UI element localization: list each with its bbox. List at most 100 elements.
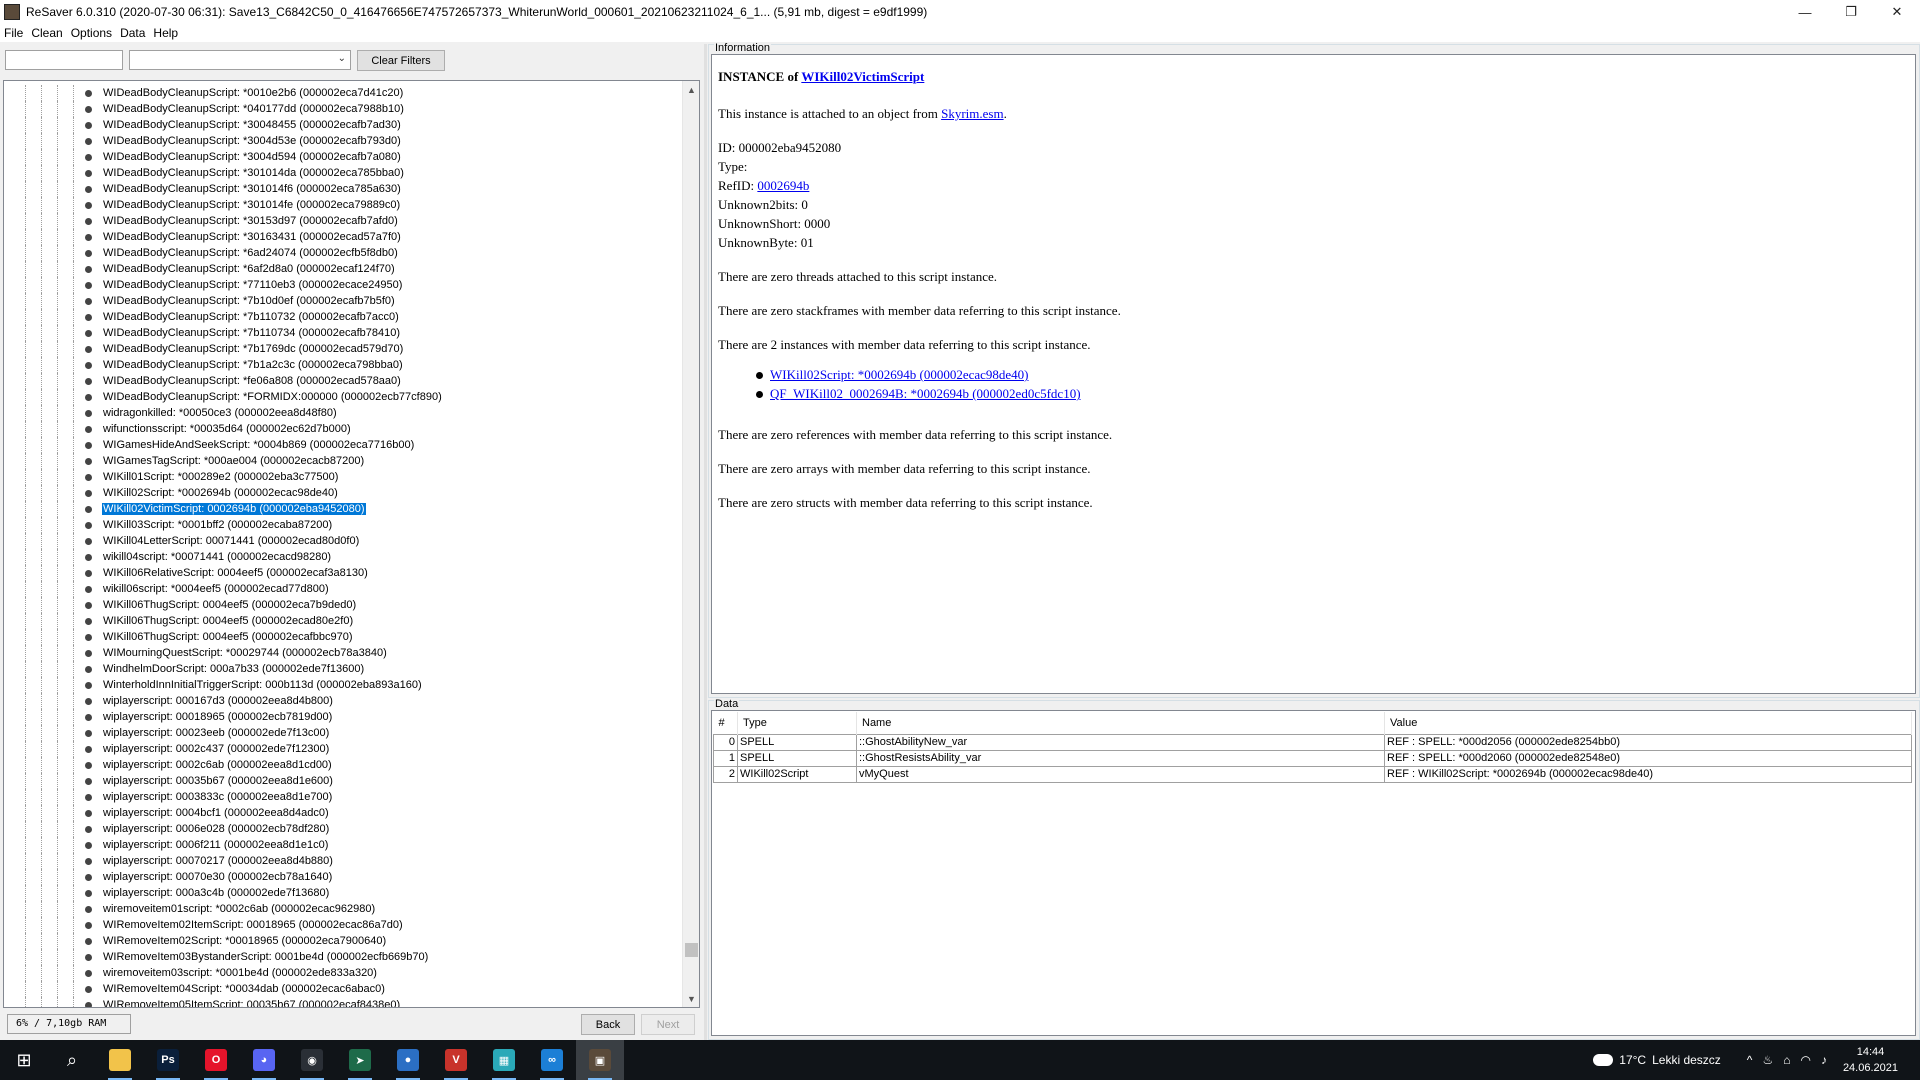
tree-row[interactable]: wiplayerscript: 00018965 (000002ecb7819d… xyxy=(4,709,443,725)
col-index[interactable]: # xyxy=(713,712,738,734)
scroll-up-icon[interactable]: ▲ xyxy=(683,81,699,98)
menu-data[interactable]: Data xyxy=(120,26,145,40)
taskbar-app[interactable]: ● xyxy=(384,1040,432,1080)
col-type[interactable]: Type xyxy=(737,712,857,734)
tree-row[interactable]: WIKill06ThugScript: 0004eef5 (000002ecad… xyxy=(4,613,443,629)
script-link[interactable]: WIKill02VictimScript xyxy=(801,69,924,84)
tree-row[interactable]: wiplayerscript: 0002c6ab (000002eea8d1cd… xyxy=(4,757,443,773)
tree-row[interactable]: WIRemoveItem03BystanderScript: 0001be4d … xyxy=(4,949,443,965)
tree-row[interactable]: WIKill02Script: *0002694b (000002ecac98d… xyxy=(4,485,443,501)
tree-row[interactable]: wiplayerscript: 0006e028 (000002ecb78df2… xyxy=(4,821,443,837)
tree-row[interactable]: WIKill03Script: *0001bff2 (000002ecaba87… xyxy=(4,517,443,533)
taskbar-app[interactable]: ∞ xyxy=(528,1040,576,1080)
tree-row[interactable]: WIKill06ThugScript: 0004eef5 (000002ecaf… xyxy=(4,629,443,645)
taskbar-app[interactable]: ◉ xyxy=(288,1040,336,1080)
tree-row[interactable]: wiplayerscript: 0004bcf1 (000002eea8d4ad… xyxy=(4,805,443,821)
col-value[interactable]: Value xyxy=(1384,712,1912,734)
tree-row[interactable]: WIMourningQuestScript: *00029744 (000002… xyxy=(4,645,443,661)
tree-row[interactable]: wiplayerscript: 00035b67 (000002eea8d1e6… xyxy=(4,773,443,789)
tree-scrollbar[interactable]: ▲ ▼ xyxy=(682,81,699,1007)
scroll-thumb[interactable] xyxy=(685,943,698,957)
tree-row[interactable]: WinterholdInnInitialTriggerScript: 000b1… xyxy=(4,677,443,693)
tree-row[interactable]: WIDeadBodyCleanupScript: *30048455 (0000… xyxy=(4,117,443,133)
tree-row[interactable]: WIDeadBodyCleanupScript: *301014da (0000… xyxy=(4,165,443,181)
pane-splitter[interactable] xyxy=(704,44,707,1040)
tree-row[interactable]: wikill04script: *00071441 (000002ecacd98… xyxy=(4,549,443,565)
col-name[interactable]: Name xyxy=(856,712,1385,734)
tree-row[interactable]: WIDeadBodyCleanupScript: *77110eb3 (0000… xyxy=(4,277,443,293)
tree-row[interactable]: widragonkilled: *00050ce3 (000002eea8d48… xyxy=(4,405,443,421)
tree-row[interactable]: wifunctionsscript: *00035d64 (000002ec62… xyxy=(4,421,443,437)
tree-row[interactable]: wiplayerscript: 0006f211 (000002eea8d1e1… xyxy=(4,837,443,853)
tree-row[interactable]: WIDeadBodyCleanupScript: *3004d594 (0000… xyxy=(4,149,443,165)
menu-clean[interactable]: Clean xyxy=(31,26,62,40)
tree-row[interactable]: WIDeadBodyCleanupScript: *7b110734 (0000… xyxy=(4,325,443,341)
tree-row[interactable]: wiplayerscript: 00023eeb (000002ede7f13c… xyxy=(4,725,443,741)
tree-row[interactable]: WIRemoveItem02Script: *00018965 (000002e… xyxy=(4,933,443,949)
show-hidden-icon[interactable]: ^ xyxy=(1747,1053,1753,1067)
tree-row[interactable]: WIKill01Script: *000289e2 (000002eba3c77… xyxy=(4,469,443,485)
taskbar-app[interactable]: ⌕ xyxy=(48,1040,96,1080)
tree-row[interactable]: WIDeadBodyCleanupScript: *30153d97 (0000… xyxy=(4,213,443,229)
instance-link-1[interactable]: QF_WIKill02_0002694B: *0002694b (000002e… xyxy=(770,386,1081,401)
tree-row[interactable]: WIDeadBodyCleanupScript: *7b10d0ef (0000… xyxy=(4,293,443,309)
tree-row[interactable]: WIDeadBodyCleanupScript: *FORMIDX:000000… xyxy=(4,389,443,405)
clock[interactable]: 14:44 24.06.2021 xyxy=(1843,1044,1898,1076)
next-button[interactable]: Next xyxy=(641,1014,695,1035)
tree-row[interactable]: WIGamesTagScript: *000ae004 (000002ecacb… xyxy=(4,453,443,469)
table-row[interactable]: 1 SPELL ::GhostResistsAbility_var REF : … xyxy=(713,749,1912,767)
tree-row[interactable]: WIRemoveItem02ItemScript: 00018965 (0000… xyxy=(4,917,443,933)
taskbar-app[interactable] xyxy=(96,1040,144,1080)
menu-options[interactable]: Options xyxy=(71,26,112,40)
scroll-down-icon[interactable]: ▼ xyxy=(683,990,699,1007)
tree-row[interactable]: WIGamesHideAndSeekScript: *0004b869 (000… xyxy=(4,437,443,453)
tree-row[interactable]: WIDeadBodyCleanupScript: *6ad24074 (0000… xyxy=(4,245,443,261)
tree-row[interactable]: WIDeadBodyCleanupScript: *7b1a2c3c (0000… xyxy=(4,357,443,373)
volume-icon[interactable]: ♪ xyxy=(1821,1053,1827,1067)
wifi-icon[interactable]: ◠ xyxy=(1800,1053,1810,1067)
weather-widget[interactable]: 17°C Lekki deszcz xyxy=(1593,1053,1721,1067)
save-tree[interactable]: WIDeadBodyCleanupScript: *0010e2b6 (0000… xyxy=(3,80,700,1008)
menu-help[interactable]: Help xyxy=(153,26,178,40)
taskbar-app[interactable]: V xyxy=(432,1040,480,1080)
tree-row[interactable]: wikill06script: *0004eef5 (000002ecad77d… xyxy=(4,581,443,597)
tree-row[interactable]: wiplayerscript: 0003833c (000002eea8d1e7… xyxy=(4,789,443,805)
taskbar-app[interactable]: ⊞ xyxy=(0,1040,48,1080)
tree-row[interactable]: wiplayerscript: 000167d3 (000002eea8d4b8… xyxy=(4,693,443,709)
refid-link[interactable]: 0002694b xyxy=(757,178,809,193)
tree-row[interactable]: WIKill06ThugScript: 0004eef5 (000002eca7… xyxy=(4,597,443,613)
maximize-button[interactable]: ❐ xyxy=(1828,0,1874,24)
tree-row[interactable]: WIDeadBodyCleanupScript: *301014fe (0000… xyxy=(4,197,443,213)
taskbar-app[interactable]: ▦ xyxy=(480,1040,528,1080)
table-row[interactable]: 2 WIKill02Script vMyQuest REF : WIKill02… xyxy=(713,765,1912,783)
taskbar-app[interactable]: ◕ xyxy=(240,1040,288,1080)
tree-row[interactable]: WIDeadBodyCleanupScript: *7b1769dc (0000… xyxy=(4,341,443,357)
tree-row[interactable]: WIKill06RelativeScript: 0004eef5 (000002… xyxy=(4,565,443,581)
tree-row[interactable]: wiplayerscript: 00070e30 (000002ecb78a16… xyxy=(4,869,443,885)
plugin-link[interactable]: Skyrim.esm xyxy=(941,106,1003,121)
table-row[interactable]: 0 SPELL ::GhostAbilityNew_var REF : SPEL… xyxy=(713,733,1912,751)
tree-row[interactable]: WindhelmDoorScript: 000a7b33 (000002ede7… xyxy=(4,661,443,677)
taskbar-app[interactable]: O xyxy=(192,1040,240,1080)
back-button[interactable]: Back xyxy=(581,1014,635,1035)
tree-row[interactable]: WIRemoveItem05ItemScript: 00035b67 (0000… xyxy=(4,997,443,1007)
tree-row[interactable]: WIDeadBodyCleanupScript: *301014f6 (0000… xyxy=(4,181,443,197)
tree-row[interactable]: WIDeadBodyCleanupScript: *0010e2b6 (0000… xyxy=(4,85,443,101)
filter-text-input[interactable] xyxy=(5,50,123,70)
tree-row[interactable]: wiplayerscript: 00070217 (000002eea8d4b8… xyxy=(4,853,443,869)
tree-row[interactable]: WIDeadBodyCleanupScript: *040177dd (0000… xyxy=(4,101,443,117)
tree-row[interactable]: WIDeadBodyCleanupScript: *6af2d8a0 (0000… xyxy=(4,261,443,277)
taskbar-app[interactable]: Ps xyxy=(144,1040,192,1080)
close-button[interactable]: ✕ xyxy=(1874,0,1920,24)
tree-row[interactable]: WIDeadBodyCleanupScript: *fe06a808 (0000… xyxy=(4,373,443,389)
minimize-button[interactable]: — xyxy=(1782,0,1828,24)
instance-link-0[interactable]: WIKill02Script: *0002694b (000002ecac98d… xyxy=(770,367,1029,382)
taskbar-app[interactable]: ➤ xyxy=(336,1040,384,1080)
tree-row[interactable]: WIDeadBodyCleanupScript: *30163431 (0000… xyxy=(4,229,443,245)
tree-row[interactable]: WIKill04LetterScript: 00071441 (000002ec… xyxy=(4,533,443,549)
tree-row[interactable]: wiplayerscript: 000a3c4b (000002ede7f136… xyxy=(4,885,443,901)
tree-row[interactable]: WIDeadBodyCleanupScript: *7b110732 (0000… xyxy=(4,309,443,325)
clear-filters-button[interactable]: Clear Filters xyxy=(357,50,445,71)
network-icon[interactable]: ⌂ xyxy=(1783,1053,1790,1067)
tree-row[interactable]: wiplayerscript: 0002c437 (000002ede7f123… xyxy=(4,741,443,757)
